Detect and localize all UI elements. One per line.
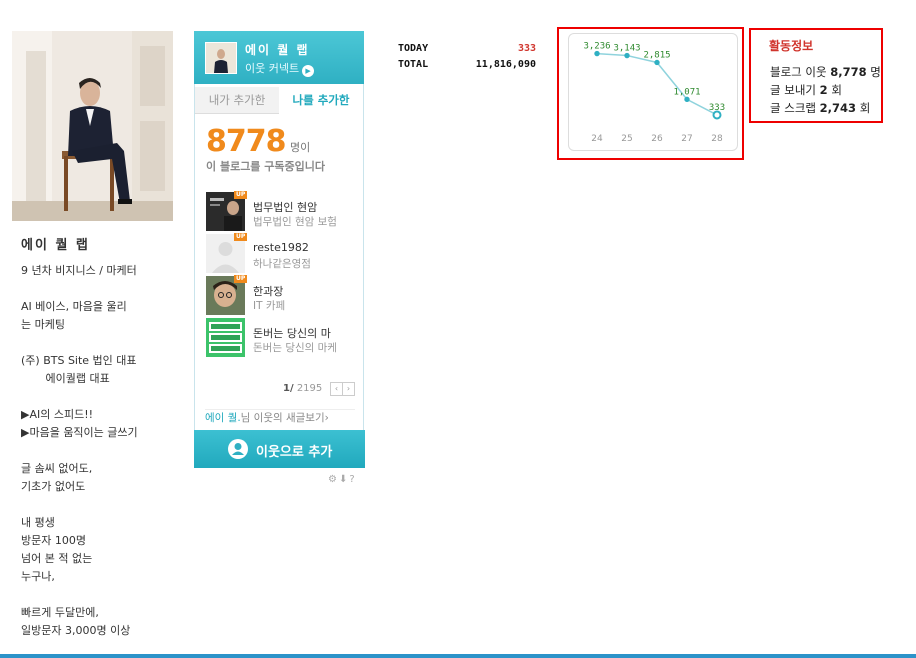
- tab-added-by-me[interactable]: 내가 추가한: [195, 87, 279, 114]
- data-point: [654, 59, 660, 66]
- bio-line: 내 평생 방문자 100명 넘어 본 적 없는 누구나,: [21, 516, 93, 583]
- data-label: 3,236: [583, 42, 610, 52]
- activity-title: 활동정보: [769, 39, 814, 53]
- play-arrow-icon: ▶: [302, 65, 315, 77]
- neighbor-widget: 에이 퀄 랩 이웃 커넥트 ▶ 내가 추가한 나를 추가한 8778 명이 이 블…: [194, 31, 365, 468]
- update-badge: UP: [234, 275, 248, 283]
- activity-unit: 회: [831, 83, 842, 97]
- widget-title[interactable]: 에이 퀄 랩: [245, 41, 310, 58]
- data-point: [624, 52, 630, 59]
- activity-row: 글 보내기 2 회: [770, 82, 842, 98]
- user-icon: [228, 439, 248, 459]
- widget-tools[interactable]: ⚙⬇?: [328, 474, 357, 485]
- data-label: 3,143: [613, 44, 640, 54]
- bio-line: 글 솜씨 없어도, 기초가 없어도: [21, 462, 93, 493]
- activity-unit: 회: [859, 101, 871, 115]
- today-label: TODAY: [398, 43, 429, 54]
- chevron-right-icon: ›: [324, 412, 329, 424]
- activity-row: 블로그 이웃 8,778 명: [770, 64, 881, 80]
- update-badge: UP: [234, 191, 248, 199]
- page-total: 2195: [296, 383, 323, 394]
- activity-label: 블로그 이웃: [770, 65, 827, 79]
- list-item[interactable]: UP 법무법인 현암 법무법인 현암 보험: [206, 191, 356, 232]
- visitor-chart: 3,236 24 3,143 25 2,815 26 1,071 27 333 28: [568, 33, 738, 151]
- total-label: TOTAL: [398, 59, 429, 70]
- total-value: 11,816,090: [475, 59, 536, 70]
- data-label: 1,071: [673, 87, 700, 97]
- bottom-divider: [0, 654, 916, 658]
- subscriber-count: 8778: [206, 124, 286, 159]
- neighbor-widget-header: 에이 퀄 랩 이웃 커넥트 ▶: [194, 31, 364, 84]
- activity-value: 2: [819, 83, 828, 97]
- list-item[interactable]: UP 한과장 IT 카페: [206, 275, 356, 316]
- next-page-button[interactable]: ›: [342, 382, 355, 396]
- x-tick-label: 26: [651, 134, 663, 144]
- today-value: 333: [517, 43, 536, 54]
- neighbor-feed-link[interactable]: 에이 퀄.님 이웃의 새글보기›: [205, 409, 355, 425]
- x-tick-label: 27: [681, 134, 692, 144]
- bio-line: 9 년차 비지니스 / 마케터: [21, 264, 137, 277]
- neighbor-thumbnail[interactable]: [206, 318, 245, 357]
- bio-line: (주) BTS Site 법인 대표 에이퀄랩 대표: [21, 354, 137, 385]
- visitor-chart-svg: 3,236 24 3,143 25 2,815 26 1,071 27 333 28: [583, 42, 725, 144]
- data-label: 333: [709, 103, 725, 113]
- neighbor-description: 법무법인 현암 보험: [253, 216, 337, 228]
- activity-label: 글 스크랩: [770, 101, 816, 115]
- pagination: 1/ 2195: [283, 383, 322, 394]
- neighbor-name[interactable]: 법무법인 현암: [253, 199, 363, 215]
- activity-value: 8,778: [830, 65, 867, 79]
- activity-row: 글 스크랩 2,743 회: [770, 100, 870, 116]
- list-item[interactable]: UP reste1982 하나같은영점: [206, 233, 356, 274]
- bio-line: ▶AI의 스피드!! ▶마음을 움직이는 글쓰기: [21, 408, 138, 439]
- data-point: [594, 50, 600, 57]
- neighbor-description: 하나같은영점: [253, 258, 311, 270]
- x-tick-label: 25: [621, 134, 632, 144]
- profile-bio: 9 년차 비지니스 / 마케터 AI 베이스, 마음을 울리 는 마케팅 (주)…: [21, 262, 181, 658]
- neighbor-description: 돈버는 당신의 마케: [253, 342, 337, 354]
- add-neighbor-label: 이웃으로 추가: [256, 445, 333, 460]
- blog-avatar[interactable]: [205, 42, 237, 74]
- data-point: [684, 96, 690, 103]
- bio-line: AI 베이스, 마음을 울리 는 마케팅: [21, 300, 127, 331]
- feed-label: 님 이웃의 새글보기: [240, 412, 325, 424]
- feed-user: 에이 퀄.: [205, 412, 241, 424]
- list-item[interactable]: 돈버는 당신의 마 돈버는 당신의 마케: [206, 318, 356, 358]
- activity-value: 2,743: [819, 101, 857, 115]
- neighbor-name[interactable]: 한과장: [253, 283, 363, 299]
- activity-label: 글 보내기: [770, 83, 816, 97]
- neighbor-description: IT 카페: [253, 300, 286, 312]
- neighbor-name[interactable]: reste1982: [253, 241, 363, 254]
- activity-unit: 명: [870, 65, 881, 79]
- tab-added-me[interactable]: 나를 추가한: [279, 87, 363, 113]
- x-tick-label: 28: [711, 134, 723, 144]
- page-current: 1/: [283, 383, 294, 394]
- neighbor-name[interactable]: 돈버는 당신의 마: [253, 325, 363, 341]
- neighbor-connect-label: 이웃 커넥트: [245, 62, 300, 75]
- neighbor-connect-link[interactable]: 이웃 커넥트 ▶: [245, 60, 315, 77]
- profile-name: 에이 퀄 랩: [21, 238, 90, 253]
- bio-line: 빠르게 두달만에, 일방문자 3,000명 이상: [21, 606, 131, 637]
- add-neighbor-button[interactable]: 이웃으로 추가: [194, 430, 365, 468]
- subscriber-count-unit: 명이: [290, 141, 311, 154]
- profile-photo[interactable]: [12, 31, 173, 221]
- update-badge: UP: [234, 233, 248, 241]
- subscriber-description: 이 블로그를 구독중입니다: [206, 160, 325, 173]
- x-tick-label: 24: [591, 134, 603, 144]
- data-label: 2,815: [643, 50, 670, 60]
